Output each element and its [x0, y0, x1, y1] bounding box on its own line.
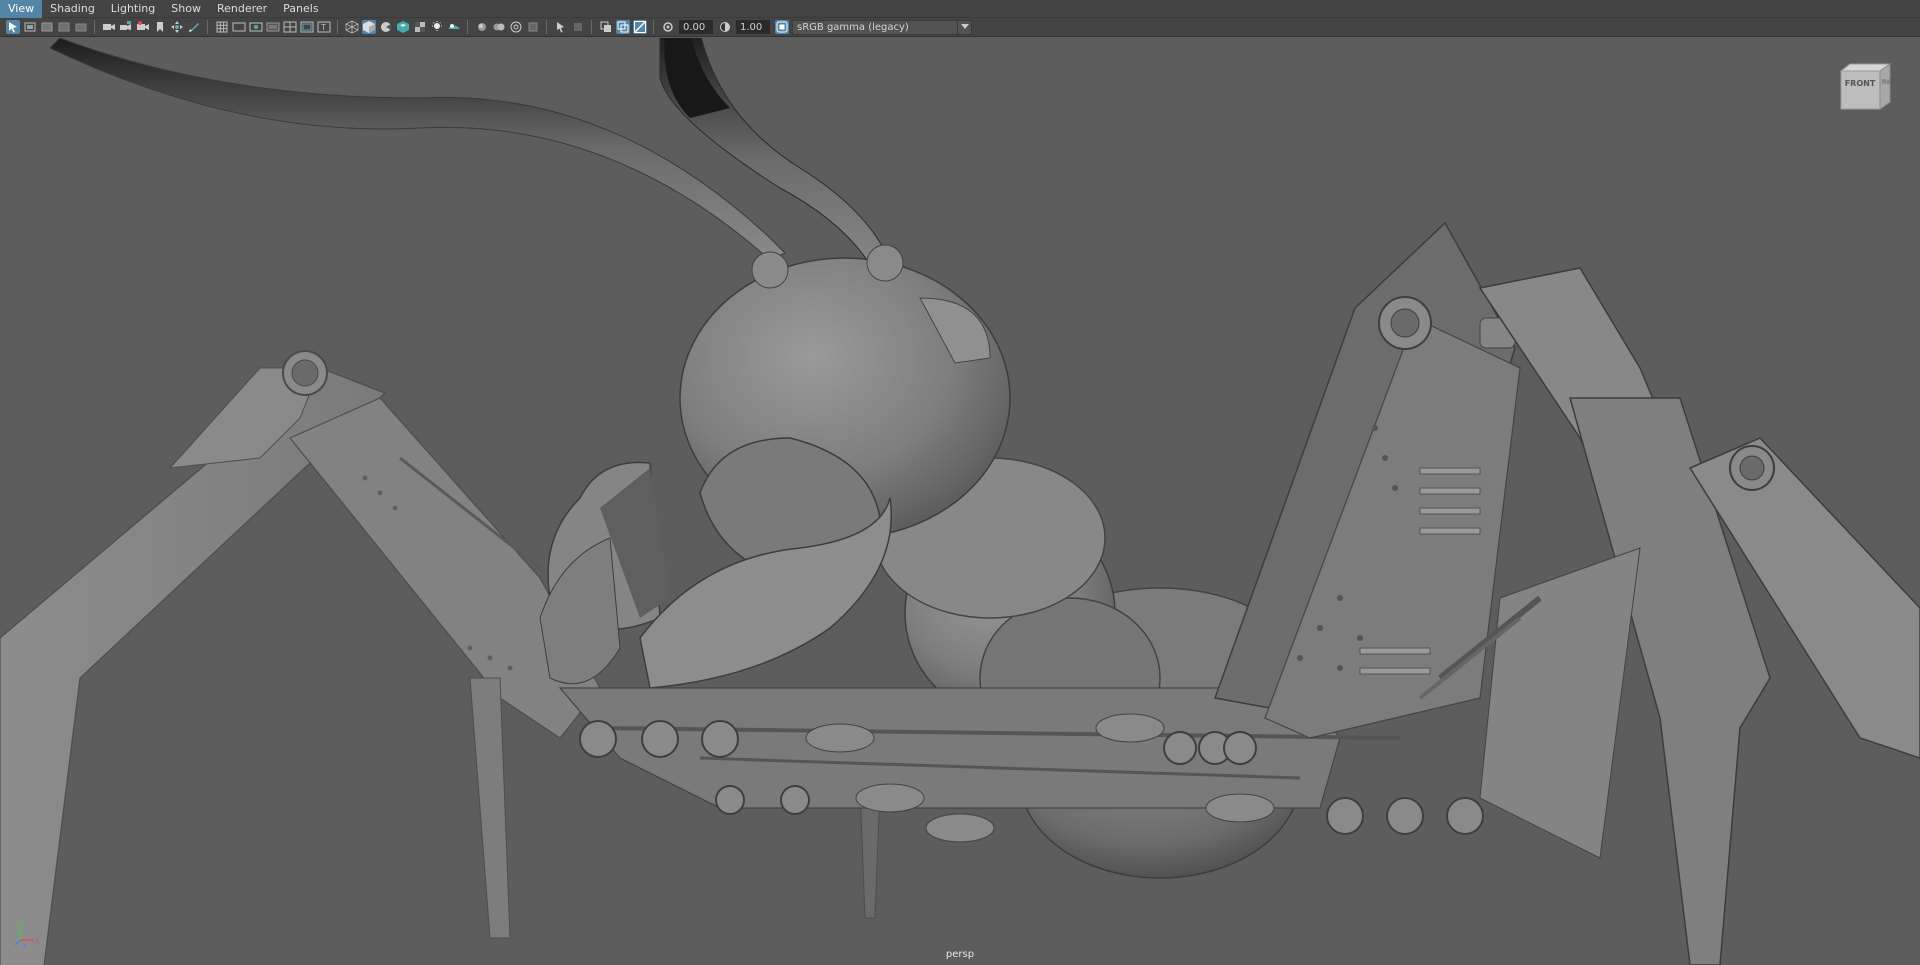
gate-mask-icon[interactable] [266, 20, 280, 34]
toolbar-divider [653, 20, 654, 34]
menu-shading[interactable]: Shading [42, 0, 103, 18]
image-plane-icon[interactable] [57, 20, 71, 34]
field-chart-icon[interactable] [283, 20, 297, 34]
smooth-shade-icon[interactable] [361, 20, 376, 34]
view-cube[interactable]: FRONT RIG [1839, 63, 1896, 113]
grid-icon[interactable] [215, 20, 229, 34]
isolate-select-icon[interactable] [599, 20, 613, 34]
motion-blur-icon[interactable] [475, 20, 489, 34]
safe-title-icon[interactable]: T [317, 20, 331, 34]
grease-pencil-icon[interactable] [74, 20, 88, 34]
menu-renderer[interactable]: Renderer [209, 0, 275, 18]
menu-panels[interactable]: Panels [275, 0, 326, 18]
3d-viewport[interactable]: FRONT RIG x y z persp [0, 38, 1920, 965]
camera-attributes-icon[interactable] [23, 20, 37, 34]
default-material-icon[interactable] [379, 20, 393, 34]
chevron-down-icon [957, 20, 971, 34]
depth-of-field-icon[interactable] [509, 20, 523, 34]
backface-culling-icon[interactable] [615, 20, 630, 34]
xray-joints-icon[interactable] [571, 20, 585, 34]
textured-icon[interactable] [396, 20, 410, 34]
bookmarks-icon[interactable] [40, 20, 54, 34]
grease-pencil-tool-icon[interactable] [187, 20, 201, 34]
screen-space-ao-icon[interactable] [447, 20, 461, 34]
menu-lighting[interactable]: Lighting [103, 0, 163, 18]
svg-text:y: y [21, 919, 25, 927]
viewport-menubar: View Shading Lighting Show Renderer Pane… [0, 0, 1920, 18]
shadows-icon[interactable] [430, 20, 444, 34]
use-all-lights-icon[interactable] [413, 20, 427, 34]
xray-active-components-icon[interactable] [554, 20, 568, 34]
svg-text:x: x [35, 937, 39, 945]
ant-robot-model[interactable] [0, 38, 1920, 965]
color-space-dropdown[interactable]: sRGB gamma (legacy) [792, 19, 972, 35]
gamma-field[interactable] [736, 20, 770, 34]
toolbar-divider [207, 20, 208, 34]
view-transform-icon[interactable] [774, 20, 789, 34]
svg-text:z: z [23, 942, 27, 948]
toolbar-divider [591, 20, 592, 34]
toolbar-divider [546, 20, 547, 34]
2d-pan-zoom-icon[interactable] [170, 20, 184, 34]
color-space-label: sRGB gamma (legacy) [797, 21, 909, 33]
safe-action-icon[interactable] [300, 20, 314, 34]
select-camera-icon[interactable] [5, 20, 20, 34]
viewcube-front-label: FRONT [1844, 79, 1876, 88]
xray-icon[interactable] [526, 20, 540, 34]
wireframe-icon[interactable] [345, 20, 359, 34]
bookmark-icon[interactable] [153, 20, 167, 34]
snapshot-icon[interactable] [136, 20, 150, 34]
axis-gizmo: x y z [14, 919, 39, 948]
exposure-icon[interactable] [661, 20, 675, 34]
film-gate-icon[interactable] [232, 20, 246, 34]
svg-text:T: T [320, 23, 326, 32]
viewport-toolbar: T sRGB gamma (legacy) [0, 18, 1920, 37]
toolbar-divider [94, 20, 95, 34]
gamma-icon[interactable] [718, 20, 732, 34]
viewcube-side-label: RIG [1882, 79, 1893, 86]
toolbar-divider [467, 20, 468, 34]
camera-name-label: persp [945, 949, 975, 960]
toolbar-divider [337, 20, 338, 34]
shaded-wireframe-icon[interactable] [632, 20, 647, 34]
multisample-aa-icon[interactable] [492, 20, 506, 34]
menu-view[interactable]: View [0, 0, 43, 18]
resolution-gate-icon[interactable] [249, 20, 263, 34]
exposure-field[interactable] [679, 20, 713, 34]
lock-camera-icon[interactable] [119, 20, 133, 34]
menu-show[interactable]: Show [163, 0, 209, 18]
camera-icon[interactable] [102, 20, 116, 34]
